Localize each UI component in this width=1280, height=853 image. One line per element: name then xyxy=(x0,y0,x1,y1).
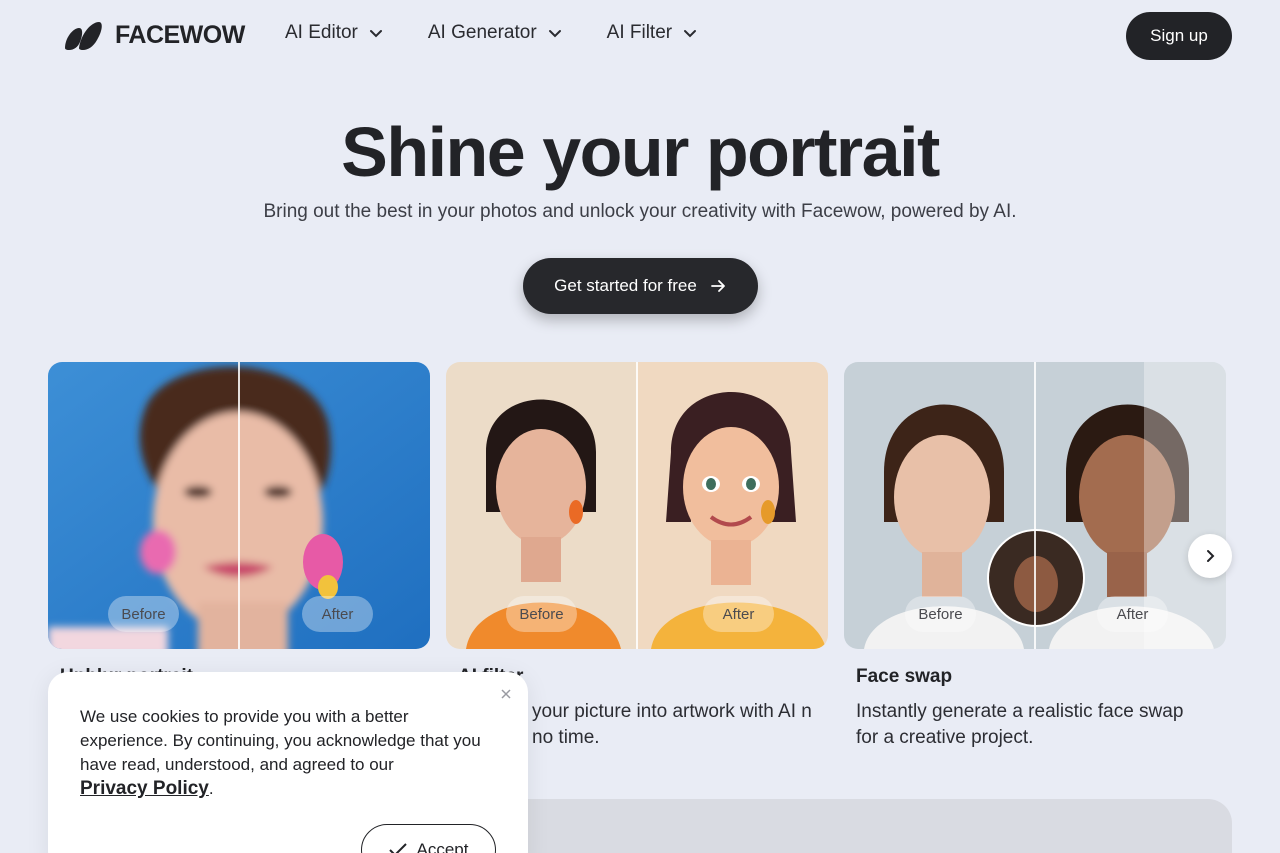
check-icon xyxy=(388,843,407,853)
cookie-consent-dialog: We use cookies to provide you with a bet… xyxy=(48,672,528,853)
cookie-period: . xyxy=(208,779,214,798)
nav-ai-filter[interactable]: AI Filter xyxy=(607,22,698,44)
accept-cookies-button[interactable]: Accept xyxy=(361,824,496,853)
privacy-policy-link[interactable]: Privacy Policy xyxy=(80,778,209,799)
signup-button[interactable]: Sign up xyxy=(1126,12,1232,60)
feature-card-unblur[interactable]: Before After Unblur portrait xyxy=(48,362,430,687)
before-label: Before xyxy=(506,596,577,632)
facewow-logo[interactable]: FACEWOW xyxy=(63,20,245,51)
after-label: After xyxy=(302,596,373,632)
chevron-right-icon xyxy=(1207,550,1215,562)
cookie-message-text: We use cookies to provide you with a bet… xyxy=(80,707,481,774)
accept-label: Accept xyxy=(416,840,469,853)
hero-title: Shine your portrait xyxy=(341,113,940,191)
before-label: Before xyxy=(108,596,179,632)
feature-card-face-swap[interactable]: Before After Face swap Instantly generat… xyxy=(844,362,1226,748)
nav-ai-generator-label: AI Generator xyxy=(427,22,537,43)
card-title: Face swap xyxy=(856,666,953,687)
chevron-down-icon xyxy=(369,30,382,38)
card-description: Instantly generate a realistic face swap… xyxy=(856,701,1184,748)
unblur-before-after-image[interactable] xyxy=(48,362,430,649)
main-nav: AI Editor AI Generator AI Filter xyxy=(285,22,698,44)
before-label: Before xyxy=(905,596,976,632)
feature-card-ai-filter[interactable]: Before After AI filter your picture into… xyxy=(446,362,828,748)
cookie-message: We use cookies to provide you with a bet… xyxy=(80,705,500,801)
close-icon[interactable] xyxy=(500,688,512,700)
logo-mark-icon xyxy=(65,22,102,50)
get-started-label: Get started for free xyxy=(554,276,697,295)
arrow-right-icon xyxy=(710,280,725,292)
chevron-down-icon xyxy=(684,30,697,38)
nav-ai-generator[interactable]: AI Generator xyxy=(428,22,563,44)
nav-ai-filter-label: AI Filter xyxy=(606,22,673,43)
nav-ai-editor-label: AI Editor xyxy=(285,22,358,43)
site-header: FACEWOW AI Editor AI Generator AI Filter… xyxy=(0,0,1280,72)
after-label: After xyxy=(1097,596,1168,632)
after-label: After xyxy=(703,596,774,632)
hero-subtitle: Bring out the best in your photos and un… xyxy=(263,201,1017,222)
face-swap-before-after-image[interactable] xyxy=(844,362,1226,649)
chevron-down-icon xyxy=(548,30,561,38)
get-started-button[interactable]: Get started for free xyxy=(523,258,758,314)
before-after-divider[interactable] xyxy=(636,362,638,649)
logo-text: FACEWOW xyxy=(115,21,245,49)
card-description: your picture into artwork with AI n no t… xyxy=(532,701,812,748)
before-after-divider[interactable] xyxy=(238,362,240,649)
before-after-divider[interactable] xyxy=(1034,362,1036,649)
carousel-next-button[interactable] xyxy=(1188,534,1232,578)
nav-ai-editor[interactable]: AI Editor xyxy=(285,22,384,44)
